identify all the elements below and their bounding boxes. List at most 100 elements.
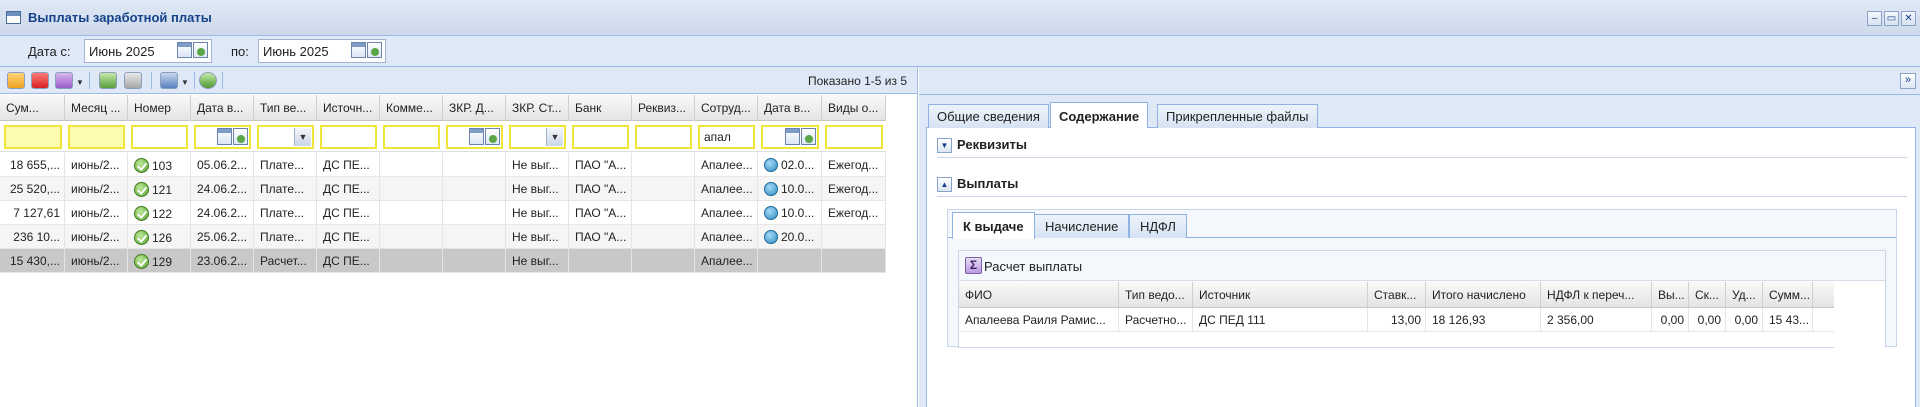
- calendar-icon[interactable]: [351, 42, 366, 58]
- maximize-button[interactable]: ▭: [1884, 11, 1899, 26]
- cell-sum: 15 43...: [1763, 308, 1813, 331]
- column-header[interactable]: ЗКР. Ст...: [506, 95, 569, 121]
- column-header[interactable]: Сумм...: [1763, 282, 1813, 308]
- filter-type[interactable]: ▼: [257, 125, 314, 149]
- column-header[interactable]: Дата в...: [758, 95, 822, 121]
- filter-date[interactable]: [194, 125, 251, 149]
- edit-icon[interactable]: [7, 72, 25, 89]
- filter-zkr-date[interactable]: [446, 125, 503, 149]
- chevron-down-icon[interactable]: ▼: [76, 78, 84, 87]
- clear-date-icon[interactable]: [233, 128, 248, 145]
- cell-comment: [380, 225, 443, 248]
- chevron-down-icon[interactable]: ▼: [546, 128, 563, 146]
- grid-filter-row: ▼ ▼ апал: [0, 122, 886, 152]
- clear-date-icon[interactable]: [193, 42, 208, 58]
- date-to-label: по:: [231, 44, 249, 59]
- column-header[interactable]: Банк: [569, 95, 632, 121]
- table-row[interactable]: 7 127,61 июнь/2... 122 24.06.2... Плате.…: [0, 201, 886, 225]
- cell-comment: [380, 153, 443, 176]
- approve-icon[interactable]: [99, 72, 117, 89]
- date-to-field[interactable]: Июнь 2025: [258, 39, 386, 63]
- filter-kinds[interactable]: [825, 125, 883, 149]
- expand-icon[interactable]: »: [1900, 73, 1916, 89]
- filter-source[interactable]: [320, 125, 377, 149]
- clear-date-icon[interactable]: [367, 42, 382, 58]
- column-header[interactable]: НДФЛ к переч...: [1541, 282, 1652, 308]
- table-row[interactable]: Апалеева Раиля Рамис... Расчетно... ДС П…: [959, 308, 1834, 332]
- filter-pay-date[interactable]: [761, 125, 819, 149]
- cell-number: 126: [128, 225, 191, 248]
- filter-requisites[interactable]: [635, 125, 692, 149]
- section-title: Реквизиты: [957, 137, 1027, 152]
- chevron-down-icon[interactable]: ▼: [294, 128, 311, 146]
- column-header[interactable]: Тип ведо...: [1119, 282, 1193, 308]
- column-header[interactable]: Дата в...: [191, 95, 254, 121]
- tab-accrual[interactable]: Начисление: [1034, 214, 1130, 238]
- column-header[interactable]: ФИО: [959, 282, 1119, 308]
- column-header[interactable]: Вы...: [1652, 282, 1689, 308]
- calendar-icon[interactable]: [177, 42, 192, 58]
- tab-attachments[interactable]: Прикрепленные файлы: [1157, 104, 1318, 128]
- filter-month[interactable]: [68, 125, 125, 149]
- toolbar-separator: [222, 72, 223, 89]
- column-header[interactable]: Виды о...: [822, 95, 886, 121]
- section-requisites[interactable]: ▼ Реквизиты: [937, 134, 1907, 158]
- cell-deduction-3: 0,00: [1726, 308, 1763, 331]
- column-header[interactable]: Тип ве...: [254, 95, 317, 121]
- chevron-up-icon[interactable]: ▲: [937, 177, 952, 192]
- tab-content[interactable]: Содержание: [1050, 102, 1149, 129]
- sigma-icon[interactable]: Σ: [965, 257, 982, 274]
- column-header[interactable]: Сум...: [0, 95, 65, 121]
- cell-month: июнь/2...: [65, 249, 128, 272]
- table-row[interactable]: 25 520,... июнь/2... 121 24.06.2... Плат…: [0, 177, 886, 201]
- cell-source: ДС ПЕД 111: [1193, 308, 1368, 331]
- refresh-icon[interactable]: [199, 72, 217, 89]
- calendar-icon[interactable]: [217, 128, 232, 145]
- column-header[interactable]: Источник: [1193, 282, 1368, 308]
- column-header[interactable]: Ставк...: [1368, 282, 1426, 308]
- column-header[interactable]: Ск...: [1689, 282, 1726, 308]
- minimize-button[interactable]: ‒: [1867, 11, 1882, 26]
- filter-employee[interactable]: апал: [698, 125, 755, 149]
- filter-number[interactable]: [131, 125, 188, 149]
- tab-ndfl[interactable]: НДФЛ: [1129, 214, 1187, 238]
- filter-comment[interactable]: [383, 125, 440, 149]
- unapprove-icon[interactable]: [124, 72, 142, 89]
- column-header[interactable]: Итого начислено: [1426, 282, 1541, 308]
- column-header[interactable]: Сотруд...: [695, 95, 758, 121]
- clear-date-icon[interactable]: [485, 128, 500, 145]
- tab-general[interactable]: Общие сведения: [928, 104, 1049, 128]
- section-payments[interactable]: ▲ Выплаты: [937, 173, 1907, 197]
- date-to-value: Июнь 2025: [263, 44, 329, 59]
- table-row-selected[interactable]: 15 430,... июнь/2... 129 23.06.2... Расч…: [0, 249, 886, 273]
- chevron-down-icon[interactable]: ▼: [937, 138, 952, 153]
- cell-kinds: Ежегод...: [822, 153, 886, 176]
- column-header[interactable]: Уд...: [1726, 282, 1763, 308]
- delete-icon[interactable]: [31, 72, 49, 89]
- print-icon[interactable]: [160, 72, 178, 89]
- cell-number-value: 103: [152, 159, 173, 173]
- column-header[interactable]: Реквиз...: [632, 95, 695, 121]
- calculate-payment-button[interactable]: Расчет выплаты: [984, 259, 1082, 274]
- column-header[interactable]: Месяц ...: [65, 95, 128, 121]
- clear-date-icon[interactable]: [801, 128, 816, 145]
- column-header[interactable]: Комме...: [380, 95, 443, 121]
- table-row[interactable]: 236 10... июнь/2... 126 25.06.2... Плате…: [0, 225, 886, 249]
- column-header[interactable]: Номер: [128, 95, 191, 121]
- tab-to-issue[interactable]: К выдаче: [952, 212, 1035, 239]
- calendar-icon[interactable]: [469, 128, 484, 145]
- date-from-field[interactable]: Июнь 2025: [84, 39, 212, 63]
- filter-sum[interactable]: [4, 125, 62, 149]
- calendar-icon[interactable]: [785, 128, 800, 145]
- table-row[interactable]: 18 655,... июнь/2... 103 05.06.2... Плат…: [0, 153, 886, 177]
- cell-sum: 236 10...: [0, 225, 65, 248]
- filter-zkr-status[interactable]: ▼: [509, 125, 566, 149]
- cell-pay-date-value: 02.0...: [781, 158, 815, 172]
- cell-requisites: [632, 249, 695, 272]
- column-header[interactable]: Источн...: [317, 95, 380, 121]
- chevron-down-icon[interactable]: ▼: [181, 78, 189, 87]
- filter-bank[interactable]: [572, 125, 629, 149]
- actions-menu-icon[interactable]: [55, 72, 73, 89]
- close-button[interactable]: ✕: [1901, 11, 1916, 26]
- column-header[interactable]: ЗКР. Д...: [443, 95, 506, 121]
